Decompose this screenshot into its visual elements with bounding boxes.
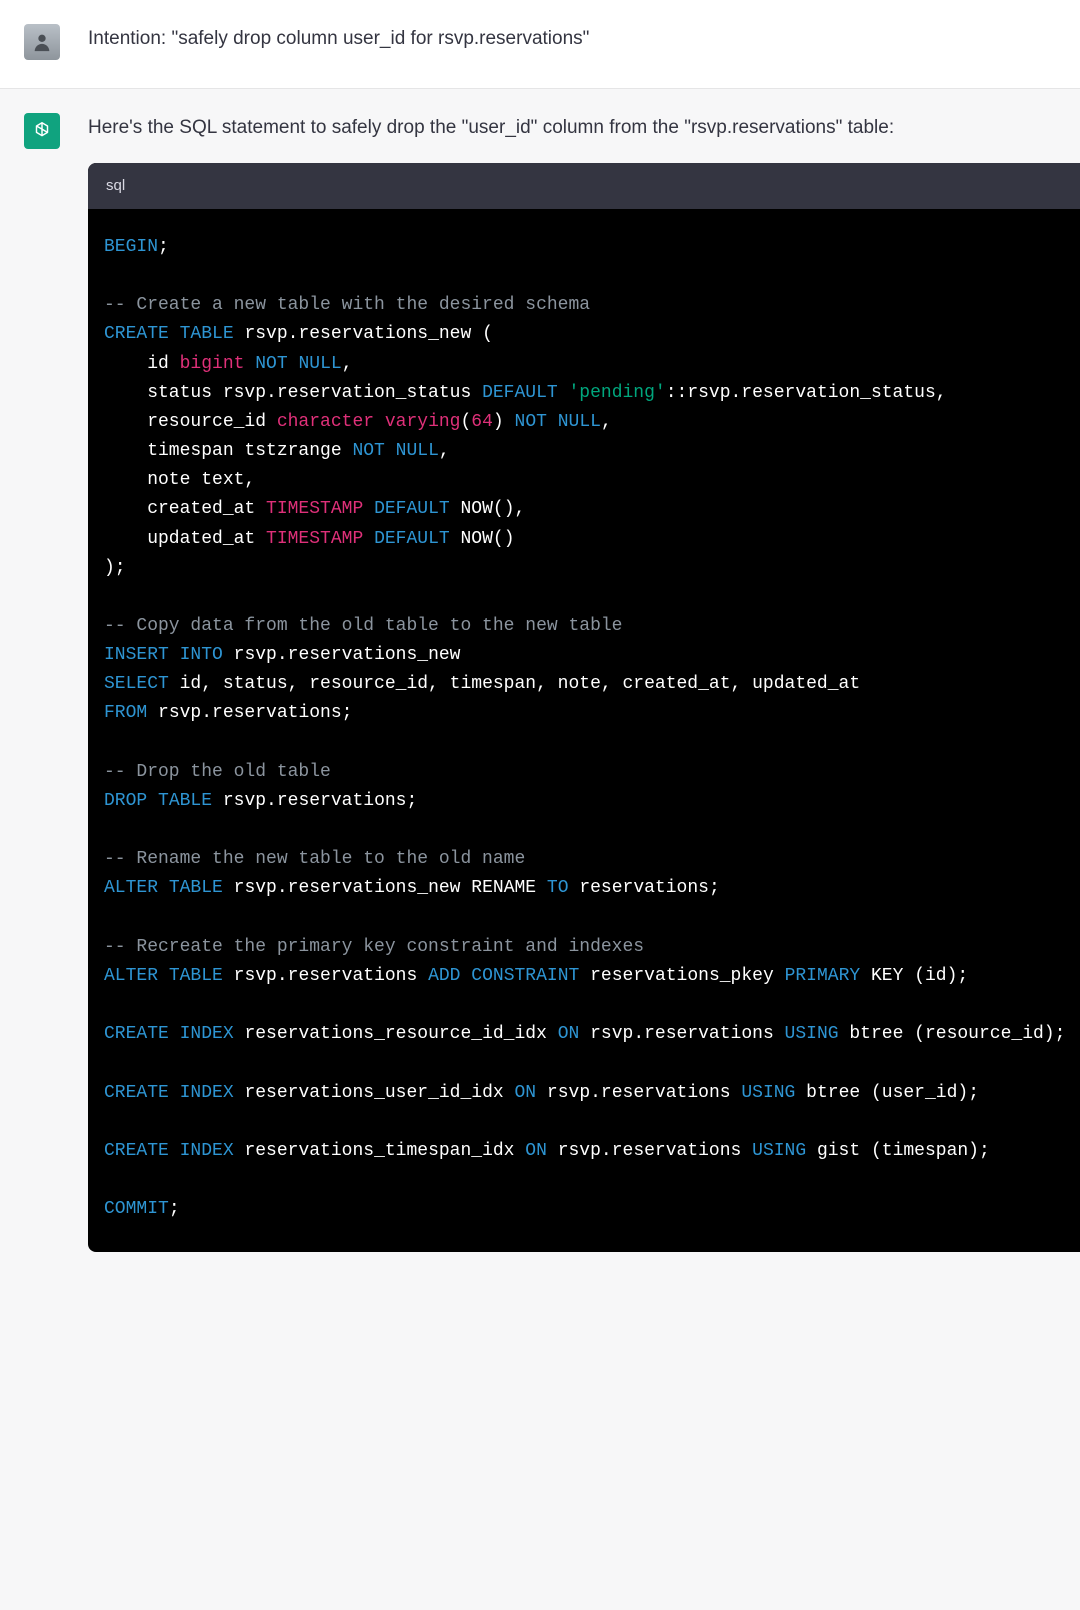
code-block-header: sql Copy code	[88, 163, 1080, 209]
user-message-text: Intention: "safely drop column user_id f…	[88, 24, 1056, 60]
user-avatar	[24, 24, 60, 60]
assistant-avatar	[24, 113, 60, 149]
code-scroll-area[interactable]: BEGIN; -- Create a new table with the de…	[88, 209, 1080, 1252]
code-block: sql Copy code BEGIN; -- Create a new tab…	[88, 163, 1080, 1252]
ai-logo-icon	[31, 120, 53, 142]
assistant-message-row: Here's the SQL statement to safely drop …	[0, 89, 1080, 1280]
code-content: BEGIN; -- Create a new table with the de…	[88, 209, 1080, 1252]
assistant-message-body: Here's the SQL statement to safely drop …	[88, 113, 1080, 1252]
user-message-row: Intention: "safely drop column user_id f…	[0, 0, 1080, 89]
code-language-label: sql	[106, 174, 125, 198]
person-icon	[31, 31, 53, 53]
assistant-intro-text: Here's the SQL statement to safely drop …	[88, 113, 1080, 143]
